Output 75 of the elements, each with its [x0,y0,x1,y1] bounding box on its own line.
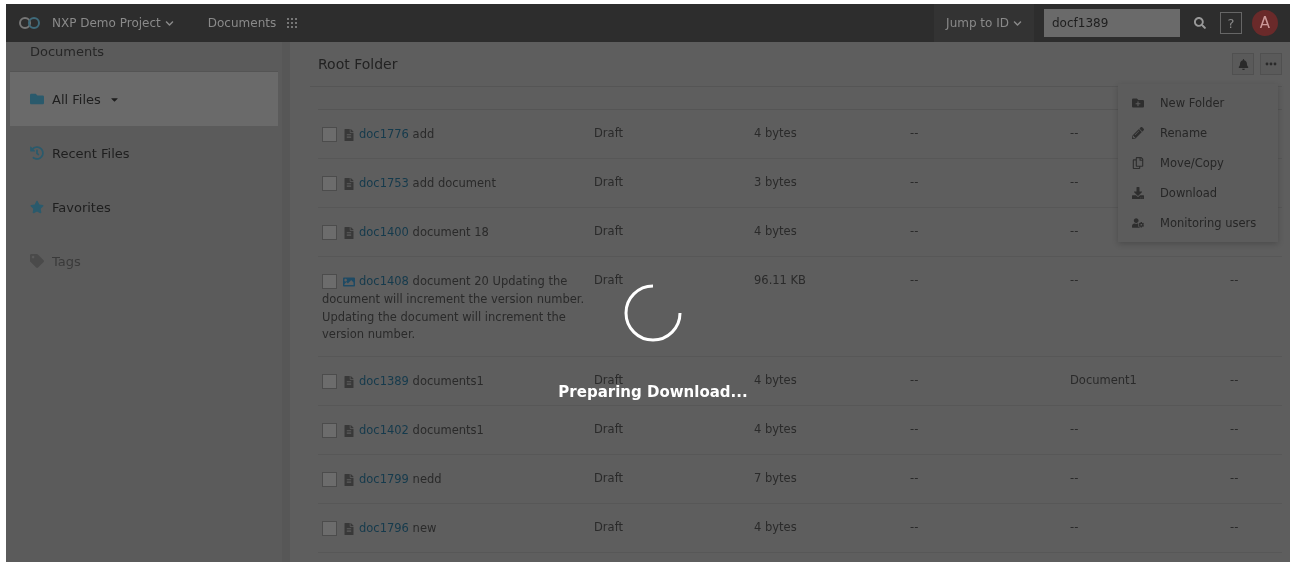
sidebar-item[interactable]: Recent Files [10,126,278,180]
sidebar-item[interactable]: All Files [10,72,278,126]
chevron-down-icon [1013,18,1022,28]
document-link[interactable]: doc1400 [359,225,409,239]
table-cell: -- [910,373,919,388]
folder-icon [30,92,44,106]
spinner-icon [623,283,683,343]
row-checkbox[interactable] [322,176,337,191]
document-link[interactable]: doc1776 [359,127,409,141]
document-icon [343,424,355,437]
table-cell: -- [1070,126,1079,140]
table-cell: -- [910,520,919,535]
sidebar-item-label: All Files [52,91,101,107]
row-checkbox[interactable] [322,423,337,439]
sidebar-item-label: Recent Files [52,145,130,161]
table-cell: -- [910,471,919,486]
table-cell: -- [1070,175,1079,189]
document-icon [343,522,355,535]
folder-plus-icon [1132,97,1144,109]
row-checkbox[interactable] [322,472,337,488]
table-cell: -- [910,175,919,189]
loading-message: Preparing Download... [558,383,748,401]
table-cell: -- [1070,520,1079,535]
help-button[interactable]: ? [1220,12,1242,34]
document-icon [343,128,355,141]
pencil-icon [1132,127,1144,139]
document-link[interactable]: doc1799 [359,472,409,487]
table-cell: -- [1070,224,1079,238]
search-field[interactable]: docf1389 [1044,9,1180,37]
folder-title: Root Folder [318,56,399,72]
document-link[interactable]: doc1402 [359,423,409,438]
table-cell: -- [1070,273,1079,287]
copy-icon [1132,157,1144,169]
notifications-button[interactable] [1232,53,1254,75]
document-icon [343,177,355,190]
table-cell: -- [910,224,919,238]
image-file-icon [343,275,355,288]
row-checkbox[interactable] [322,521,337,537]
table-cell: -- [910,273,919,287]
row-checkbox[interactable] [322,374,337,390]
document-link[interactable]: doc1796 [359,521,409,536]
grid-icon[interactable] [286,17,299,29]
sidebar-item-label: Favorites [52,199,111,215]
section-title: Documents [207,16,277,30]
table-cell: -- [910,126,919,140]
row-checkbox[interactable] [322,274,337,289]
project-selector[interactable]: NXP Demo Project [52,16,174,30]
row-checkbox[interactable] [322,127,337,142]
table-cell: -- [1230,273,1239,287]
logo-icon[interactable] [18,16,42,30]
user-icon [1132,217,1144,229]
bell-icon [1237,58,1249,70]
document-icon [343,226,355,239]
document-link[interactable]: doc1753 [359,176,409,190]
row-checkbox[interactable] [322,225,337,240]
table-cell: -- [1070,422,1079,437]
document-link[interactable]: doc1389 [359,374,409,389]
more-button[interactable] [1260,53,1282,75]
document-icon [343,375,355,388]
more-icon [1265,62,1277,66]
sidebar-item[interactable]: Favorites [10,180,278,234]
document-link[interactable]: doc1408 [359,274,409,288]
history-icon [30,146,44,160]
table-cell: -- [1230,422,1239,437]
table-cell: -- [1230,520,1239,535]
download-icon [1132,187,1144,199]
table-cell: -- [910,422,919,437]
avatar[interactable]: A [1252,10,1278,36]
table-cell: -- [1070,471,1079,486]
table-cell: -- [1230,373,1239,388]
star-icon [30,200,44,214]
chevron-down-icon [164,18,174,28]
document-icon [343,473,355,486]
jump-to-id-button[interactable]: Jump to ID [934,4,1034,42]
table-cell: -- [1230,471,1239,486]
